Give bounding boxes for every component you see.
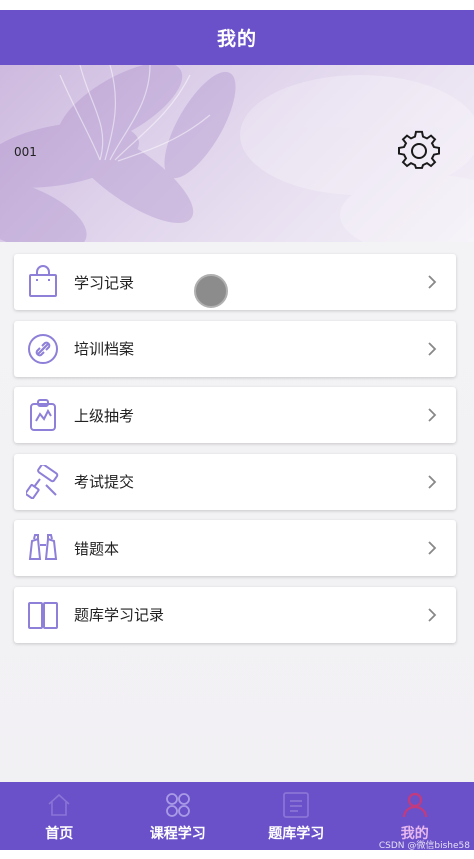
- home-icon: [48, 793, 70, 816]
- tab-label: 首页: [45, 826, 74, 842]
- grid-icon: [165, 793, 190, 817]
- page-title: 我的: [216, 28, 257, 50]
- document-icon: [283, 792, 310, 818]
- user-icon: [402, 792, 427, 818]
- watermark-text: CSDN @微信bishe58: [378, 841, 470, 851]
- app-screen: 我的 001 学习记录 培训档案 上级抽考 考试提交 错题本 题库学习记录 首页…: [0, 0, 474, 859]
- tab-label: 课程学习: [149, 826, 206, 842]
- menu-item-study-record[interactable]: 学习记录: [14, 254, 456, 310]
- tab-question-bank[interactable]: 题库学习: [237, 782, 356, 850]
- user-id: 001: [14, 145, 37, 159]
- chevron-right-icon: [428, 408, 437, 422]
- menu-item-label: 学习记录: [74, 273, 135, 292]
- chevron-right-icon: [428, 541, 437, 556]
- gear-icon[interactable]: [398, 130, 440, 172]
- menu-item-exam-submit[interactable]: 考试提交: [14, 453, 456, 510]
- profile-banner: 001: [0, 65, 474, 242]
- menu-item-label: 题库学习记录: [74, 606, 165, 625]
- chevron-right-icon: [428, 341, 437, 356]
- menu-item-label: 考试提交: [74, 473, 135, 492]
- menu-item-wrong-questions[interactable]: 错题本: [14, 520, 456, 577]
- menu-item-superior-exam[interactable]: 上级抽考: [14, 387, 456, 444]
- menu-item-label: 上级抽考: [74, 406, 135, 425]
- menu-item-label: 培训档案: [74, 340, 135, 359]
- roller-brush-icon: [26, 464, 59, 499]
- menu-item-label: 错题本: [74, 539, 120, 558]
- chevron-right-icon: [428, 275, 437, 289]
- clipboard-chart-icon: [30, 399, 56, 432]
- touch-indicator: [194, 274, 228, 308]
- tab-course-study[interactable]: 课程学习: [119, 782, 238, 850]
- chevron-right-icon: [428, 608, 437, 622]
- tab-home[interactable]: 首页: [0, 782, 119, 850]
- status-strip: [0, 0, 474, 10]
- tab-label: 题库学习: [268, 826, 325, 842]
- book-icon: [28, 601, 58, 629]
- shopping-bag-icon: [29, 265, 57, 297]
- binoculars-icon: [28, 534, 58, 561]
- menu-list: 学习记录 培训档案 上级抽考 考试提交 错题本 题库学习记录: [14, 254, 456, 654]
- link-icon: [28, 333, 58, 364]
- title-bar: 我的: [0, 10, 474, 65]
- menu-item-bank-study-record[interactable]: 题库学习记录: [14, 586, 456, 643]
- menu-item-training-archive[interactable]: 培训档案: [14, 320, 456, 377]
- chevron-right-icon: [428, 475, 437, 489]
- bottom-strip: [0, 850, 474, 859]
